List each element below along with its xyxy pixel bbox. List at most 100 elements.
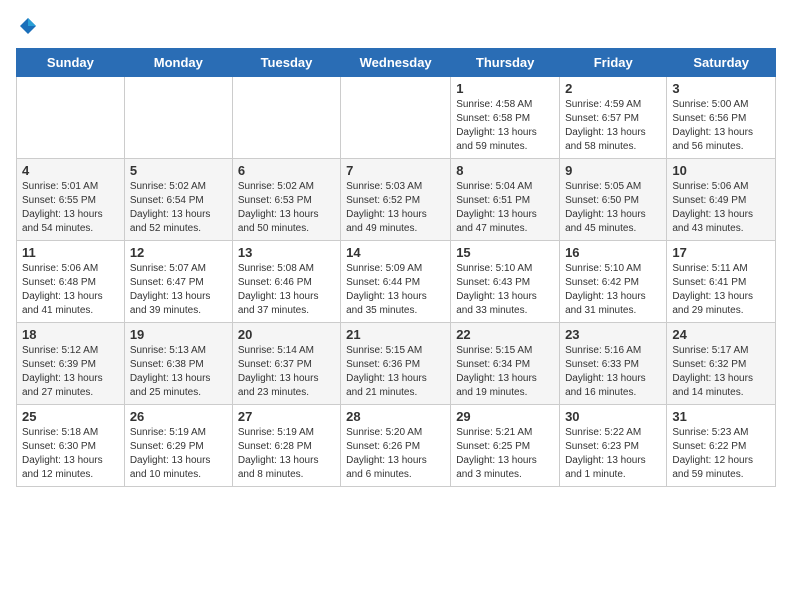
day-info: Sunrise: 5:09 AM Sunset: 6:44 PM Dayligh… — [346, 262, 445, 318]
day-number: 23 — [565, 327, 661, 342]
day-info: Sunrise: 5:06 AM Sunset: 6:49 PM Dayligh… — [672, 180, 770, 236]
day-info: Sunrise: 5:01 AM Sunset: 6:55 PM Dayligh… — [22, 180, 119, 236]
day-number: 3 — [672, 81, 770, 96]
day-cell: 5 Sunrise: 5:02 AM Sunset: 6:54 PM Daylig… — [124, 159, 232, 241]
day-cell: 6Sunrise: 5:02 AM Sunset: 6:53 PM Daylig… — [232, 159, 340, 241]
day-info: Sunrise: 5:12 AM Sunset: 6:39 PM Dayligh… — [22, 344, 119, 400]
day-number: 14 — [346, 245, 445, 260]
day-cell: 21Sunrise: 5:15 AM Sunset: 6:36 PM Dayli… — [341, 323, 451, 405]
day-number: 20 — [238, 327, 335, 342]
weekday-header-saturday: Saturday — [667, 49, 776, 77]
day-info: Sunrise: 5:13 AM Sunset: 6:38 PM Dayligh… — [130, 344, 227, 400]
week-row-0: 1 Sunrise: 4:58 AM Sunset: 6:58 PM Daylig… — [17, 77, 776, 159]
weekday-header-monday: Monday — [124, 49, 232, 77]
day-info: Sunrise: 5:20 AM Sunset: 6:26 PM Dayligh… — [346, 426, 445, 482]
day-number: 27 — [238, 409, 335, 424]
day-number: 17 — [672, 245, 770, 260]
day-cell: 29 Sunrise: 5:21 AM Sunset: 6:25 PM Dayli… — [451, 405, 560, 487]
day-number: 5 — [130, 163, 227, 178]
week-row-1: 4 Sunrise: 5:01 AM Sunset: 6:55 PM Daylig… — [17, 159, 776, 241]
day-info: Sunrise: 5:14 AM Sunset: 6:37 PM Dayligh… — [238, 344, 335, 400]
weekday-header-wednesday: Wednesday — [341, 49, 451, 77]
weekday-header-thursday: Thursday — [451, 49, 560, 77]
day-info: Sunrise: 5:05 AM Sunset: 6:50 PM Dayligh… — [565, 180, 661, 236]
weekday-header-friday: Friday — [560, 49, 667, 77]
day-number: 1 — [456, 81, 554, 96]
day-info: Sunrise: 5:02 AM Sunset: 6:54 PM Dayligh… — [130, 180, 227, 236]
day-number: 29 — [456, 409, 554, 424]
day-number: 30 — [565, 409, 661, 424]
day-info: Sunrise: 5:15 AM Sunset: 6:34 PM Dayligh… — [456, 344, 554, 400]
week-row-4: 25 Sunrise: 5:18 AM Sunset: 6:30 PM Dayli… — [17, 405, 776, 487]
day-info: Sunrise: 5:10 AM Sunset: 6:43 PM Dayligh… — [456, 262, 554, 318]
day-number: 4 — [22, 163, 119, 178]
day-info: Sunrise: 5:08 AM Sunset: 6:46 PM Dayligh… — [238, 262, 335, 318]
day-number: 6 — [238, 163, 335, 178]
week-row-3: 18 Sunrise: 5:12 AM Sunset: 6:39 PM Dayli… — [17, 323, 776, 405]
weekday-header-row: SundayMondayTuesdayWednesdayThursdayFrid… — [17, 49, 776, 77]
day-cell: 10 Sunrise: 5:06 AM Sunset: 6:49 PM Dayli… — [667, 159, 776, 241]
day-info: Sunrise: 5:04 AM Sunset: 6:51 PM Dayligh… — [456, 180, 554, 236]
weekday-header-tuesday: Tuesday — [232, 49, 340, 77]
day-cell: 11 Sunrise: 5:06 AM Sunset: 6:48 PM Dayli… — [17, 241, 125, 323]
day-number: 25 — [22, 409, 119, 424]
day-cell: 12Sunrise: 5:07 AM Sunset: 6:47 PM Dayli… — [124, 241, 232, 323]
day-cell: 13 Sunrise: 5:08 AM Sunset: 6:46 PM Dayli… — [232, 241, 340, 323]
day-info: Sunrise: 5:21 AM Sunset: 6:25 PM Dayligh… — [456, 426, 554, 482]
day-info: Sunrise: 4:59 AM Sunset: 6:57 PM Dayligh… — [565, 98, 661, 154]
day-cell — [17, 77, 125, 159]
day-cell: 9 Sunrise: 5:05 AM Sunset: 6:50 PM Daylig… — [560, 159, 667, 241]
day-number: 26 — [130, 409, 227, 424]
day-cell: 22 Sunrise: 5:15 AM Sunset: 6:34 PM Dayli… — [451, 323, 560, 405]
day-cell: 28Sunrise: 5:20 AM Sunset: 6:26 PM Dayli… — [341, 405, 451, 487]
week-row-2: 11 Sunrise: 5:06 AM Sunset: 6:48 PM Dayli… — [17, 241, 776, 323]
day-info: Sunrise: 4:58 AM Sunset: 6:58 PM Dayligh… — [456, 98, 554, 154]
day-info: Sunrise: 5:16 AM Sunset: 6:33 PM Dayligh… — [565, 344, 661, 400]
day-number: 8 — [456, 163, 554, 178]
day-cell — [341, 77, 451, 159]
day-info: Sunrise: 5:18 AM Sunset: 6:30 PM Dayligh… — [22, 426, 119, 482]
day-info: Sunrise: 5:17 AM Sunset: 6:32 PM Dayligh… — [672, 344, 770, 400]
day-number: 10 — [672, 163, 770, 178]
day-cell: 23 Sunrise: 5:16 AM Sunset: 6:33 PM Dayli… — [560, 323, 667, 405]
day-number: 24 — [672, 327, 770, 342]
day-number: 22 — [456, 327, 554, 342]
day-cell: 16Sunrise: 5:10 AM Sunset: 6:42 PM Dayli… — [560, 241, 667, 323]
day-info: Sunrise: 5:07 AM Sunset: 6:47 PM Dayligh… — [130, 262, 227, 318]
day-cell: 20 Sunrise: 5:14 AM Sunset: 6:37 PM Dayli… — [232, 323, 340, 405]
weekday-header-sunday: Sunday — [17, 49, 125, 77]
logo-icon — [18, 16, 38, 36]
day-number: 21 — [346, 327, 445, 342]
day-number: 16 — [565, 245, 661, 260]
day-info: Sunrise: 5:11 AM Sunset: 6:41 PM Dayligh… — [672, 262, 770, 318]
day-cell: 30Sunrise: 5:22 AM Sunset: 6:23 PM Dayli… — [560, 405, 667, 487]
calendar-table: SundayMondayTuesdayWednesdayThursdayFrid… — [16, 48, 776, 487]
day-cell: 8 Sunrise: 5:04 AM Sunset: 6:51 PM Daylig… — [451, 159, 560, 241]
day-cell: 1 Sunrise: 4:58 AM Sunset: 6:58 PM Daylig… — [451, 77, 560, 159]
day-cell: 26Sunrise: 5:19 AM Sunset: 6:29 PM Dayli… — [124, 405, 232, 487]
page: SundayMondayTuesdayWednesdayThursdayFrid… — [0, 0, 792, 503]
day-cell: 3 Sunrise: 5:00 AM Sunset: 6:56 PM Daylig… — [667, 77, 776, 159]
day-number: 9 — [565, 163, 661, 178]
day-cell: 25 Sunrise: 5:18 AM Sunset: 6:30 PM Dayli… — [17, 405, 125, 487]
day-cell: 19Sunrise: 5:13 AM Sunset: 6:38 PM Dayli… — [124, 323, 232, 405]
day-number: 18 — [22, 327, 119, 342]
day-info: Sunrise: 5:03 AM Sunset: 6:52 PM Dayligh… — [346, 180, 445, 236]
day-info: Sunrise: 5:06 AM Sunset: 6:48 PM Dayligh… — [22, 262, 119, 318]
day-cell: 2 Sunrise: 4:59 AM Sunset: 6:57 PM Daylig… — [560, 77, 667, 159]
day-number: 11 — [22, 245, 119, 260]
day-number: 31 — [672, 409, 770, 424]
day-cell: 24 Sunrise: 5:17 AM Sunset: 6:32 PM Dayli… — [667, 323, 776, 405]
day-cell — [232, 77, 340, 159]
day-number: 15 — [456, 245, 554, 260]
day-number: 13 — [238, 245, 335, 260]
logo — [16, 16, 38, 36]
header — [16, 16, 776, 36]
day-cell: 14 Sunrise: 5:09 AM Sunset: 6:44 PM Dayli… — [341, 241, 451, 323]
day-cell: 7Sunrise: 5:03 AM Sunset: 6:52 PM Daylig… — [341, 159, 451, 241]
day-number: 2 — [565, 81, 661, 96]
day-cell: 4 Sunrise: 5:01 AM Sunset: 6:55 PM Daylig… — [17, 159, 125, 241]
day-info: Sunrise: 5:00 AM Sunset: 6:56 PM Dayligh… — [672, 98, 770, 154]
day-cell: 31Sunrise: 5:23 AM Sunset: 6:22 PM Dayli… — [667, 405, 776, 487]
day-cell: 17 Sunrise: 5:11 AM Sunset: 6:41 PM Dayli… — [667, 241, 776, 323]
